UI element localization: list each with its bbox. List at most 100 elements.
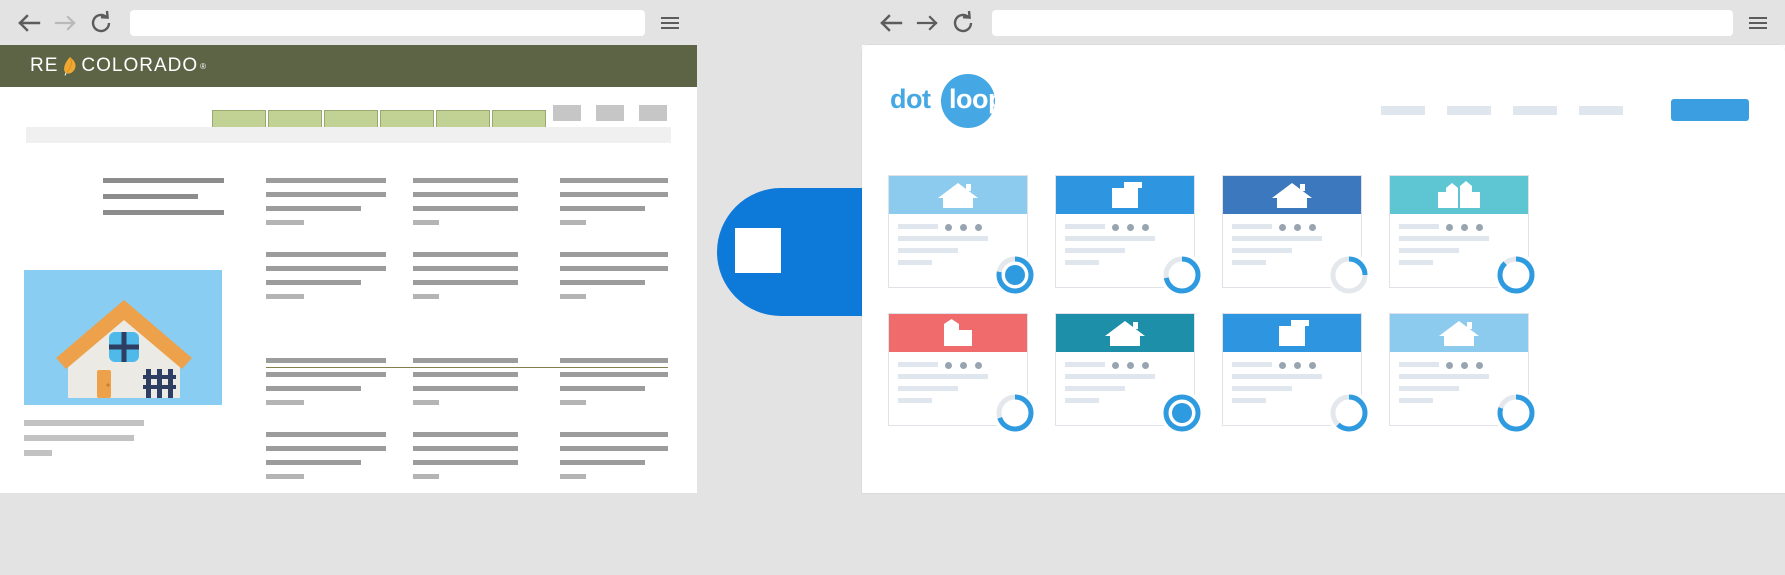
loop-card-line-1 bbox=[898, 236, 988, 241]
detail-line-3 bbox=[413, 220, 439, 225]
loop-card[interactable] bbox=[1222, 313, 1371, 435]
listing-title-placeholder bbox=[103, 178, 224, 226]
loop-card-lines bbox=[898, 224, 988, 272]
loop-card-lines bbox=[1232, 362, 1322, 410]
listing-caption-placeholder bbox=[24, 420, 144, 465]
detail-line-0 bbox=[266, 252, 386, 257]
detail-line-1 bbox=[413, 266, 518, 271]
detail-line-1 bbox=[413, 446, 518, 451]
loop-card[interactable] bbox=[1055, 175, 1204, 297]
loop-card-menu-dots[interactable] bbox=[945, 362, 982, 369]
dotloop-nav-link-2[interactable] bbox=[1513, 105, 1557, 115]
back-arrow-icon[interactable] bbox=[876, 8, 910, 38]
illustration-stage: RE COLORADO ® dot loop bbox=[0, 0, 1785, 575]
dotloop-nav-link-3[interactable] bbox=[1579, 105, 1623, 115]
loop-card[interactable] bbox=[888, 313, 1037, 435]
loop-card-menu-dots[interactable] bbox=[945, 224, 982, 231]
left-browser-window: RE COLORADO ® bbox=[0, 0, 697, 493]
loop-card-line-3 bbox=[1399, 260, 1433, 265]
hamburger-menu-icon[interactable] bbox=[1743, 10, 1773, 36]
loop-card-banner bbox=[1390, 314, 1528, 352]
loop-card-banner bbox=[889, 314, 1027, 352]
detail-line-1 bbox=[266, 266, 386, 271]
detail-line-1 bbox=[266, 192, 386, 197]
progress-ring bbox=[1327, 253, 1371, 297]
detail-line-3 bbox=[413, 294, 439, 299]
progress-ring bbox=[1160, 253, 1204, 297]
detail-block-c2-b3 bbox=[560, 432, 668, 488]
dotloop-logo-loop: loop bbox=[949, 84, 1004, 114]
left-url-input[interactable] bbox=[130, 9, 645, 36]
loop-card-line-2 bbox=[1399, 248, 1459, 253]
dotloop-logo-dot: dot bbox=[890, 84, 931, 114]
loop-card-lines bbox=[1399, 224, 1489, 272]
detail-line-0 bbox=[560, 432, 668, 437]
menu-dot bbox=[1309, 362, 1316, 369]
detail-block-c0-b1 bbox=[266, 252, 386, 308]
loop-card-lines bbox=[1232, 224, 1322, 272]
title-line-0 bbox=[103, 178, 224, 183]
loop-card[interactable] bbox=[1389, 175, 1538, 297]
menu-dot bbox=[945, 224, 952, 231]
aspen-leaf-icon bbox=[61, 56, 78, 76]
hamburger-menu-icon[interactable] bbox=[655, 10, 685, 36]
detail-line-3 bbox=[266, 400, 304, 405]
detail-line-3 bbox=[560, 294, 586, 299]
loop-card-line-3 bbox=[898, 398, 932, 403]
reload-icon[interactable] bbox=[946, 8, 980, 38]
recolorado-toolbar-buttons bbox=[553, 105, 667, 121]
menu-dot bbox=[960, 224, 967, 231]
recolorado-logo[interactable]: RE COLORADO ® bbox=[30, 55, 206, 76]
detail-line-2 bbox=[413, 386, 518, 391]
loop-card-line-0 bbox=[1065, 362, 1105, 367]
section-divider bbox=[266, 367, 668, 368]
detail-line-2 bbox=[266, 280, 361, 285]
loop-card-menu-dots[interactable] bbox=[1279, 362, 1316, 369]
loop-card[interactable] bbox=[888, 175, 1037, 297]
loop-card-lines bbox=[898, 362, 988, 410]
dotloop-cta-button[interactable] bbox=[1671, 99, 1749, 121]
brand-text-colorado: COLORADO bbox=[81, 55, 199, 76]
caption-line-0 bbox=[24, 420, 144, 426]
loop-card-banner bbox=[1056, 176, 1194, 214]
right-url-input[interactable] bbox=[992, 9, 1733, 36]
dotloop-nav bbox=[1381, 99, 1749, 121]
dotloop-loop-grid bbox=[888, 175, 1538, 435]
forward-arrow-icon[interactable] bbox=[910, 8, 944, 38]
loop-card-line-1 bbox=[1065, 374, 1155, 379]
right-nav-buttons bbox=[862, 8, 980, 38]
loop-card-lines bbox=[1065, 362, 1155, 410]
recolorado-breadcrumb-strip bbox=[26, 127, 671, 143]
detail-line-1 bbox=[560, 266, 668, 271]
re-toolbar-button-1[interactable] bbox=[596, 105, 624, 121]
menu-dot bbox=[1294, 224, 1301, 231]
loop-card-menu-dots[interactable] bbox=[1112, 224, 1149, 231]
title-line-1 bbox=[103, 194, 198, 199]
loop-card-menu-dots[interactable] bbox=[1446, 224, 1483, 231]
loop-card[interactable] bbox=[1055, 313, 1204, 435]
loop-card-menu-dots[interactable] bbox=[1279, 224, 1316, 231]
re-toolbar-button-0[interactable] bbox=[553, 105, 581, 121]
menu-dot bbox=[1461, 224, 1468, 231]
dotloop-nav-link-0[interactable] bbox=[1381, 105, 1425, 115]
re-toolbar-button-2[interactable] bbox=[639, 105, 667, 121]
detail-block-c2-b1 bbox=[560, 252, 668, 308]
loop-card-menu-dots[interactable] bbox=[1112, 362, 1149, 369]
loop-card-line-1 bbox=[1399, 236, 1489, 241]
detail-line-2 bbox=[560, 386, 645, 391]
loop-card[interactable] bbox=[1222, 175, 1371, 297]
menu-dot bbox=[1127, 224, 1134, 231]
loop-card-line-3 bbox=[1065, 260, 1099, 265]
loop-card-banner bbox=[1390, 176, 1528, 214]
dotloop-nav-link-1[interactable] bbox=[1447, 105, 1491, 115]
left-nav-buttons bbox=[0, 8, 118, 38]
loop-card-banner bbox=[1223, 314, 1361, 352]
back-arrow-icon[interactable] bbox=[14, 8, 48, 38]
loop-card[interactable] bbox=[1389, 313, 1538, 435]
forward-arrow-icon[interactable] bbox=[48, 8, 82, 38]
loop-card-menu-dots[interactable] bbox=[1446, 362, 1483, 369]
loop-card-lines bbox=[1065, 224, 1155, 272]
detail-line-2 bbox=[266, 386, 361, 391]
reload-icon[interactable] bbox=[84, 8, 118, 38]
loop-card-line-3 bbox=[1232, 260, 1266, 265]
